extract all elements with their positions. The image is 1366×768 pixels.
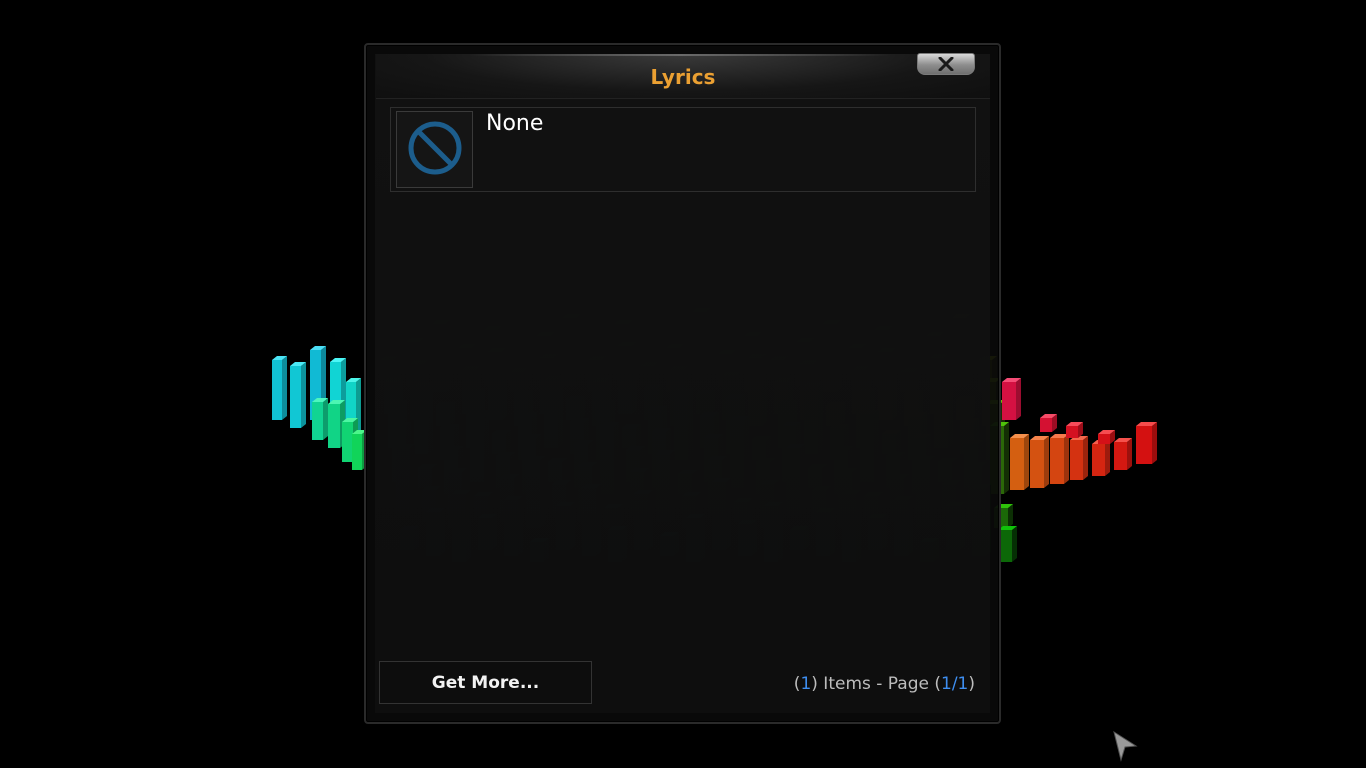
mouse-cursor-icon [1112,730,1138,766]
spectrum-bar [1010,434,1029,490]
header-highlight [470,54,890,56]
list-item-label: None [486,111,544,136]
spectrum-bar [1070,436,1088,480]
spectrum-bar [1114,438,1132,470]
spectrum-bar [312,398,328,440]
get-more-button[interactable]: Get More... [379,661,592,704]
none-icon [406,119,464,181]
spectrum-bar [1066,422,1083,438]
spectrum-bar [1002,378,1021,420]
page-info: (1) Items - Page (1/1) [794,673,975,695]
screen: Lyrics None Get More... (1) Items - Page… [0,0,1366,768]
paren-close: ) [968,674,975,694]
spectrum-bar [1092,440,1110,476]
spectrum-bar [1098,430,1115,444]
dialog-title: Lyrics [650,65,716,89]
spectrum-bar [1136,422,1157,464]
spectrum-bar [1030,436,1049,488]
spectrum-bar [272,356,287,420]
spectrum-bar [1050,434,1069,484]
spectrum-bar [1040,414,1057,432]
list-item-none[interactable] [390,107,976,192]
page-number: 1/1 [941,674,969,694]
spectrum-bar [290,362,306,428]
items-text: ) Items - Page ( [811,674,941,694]
close-icon [938,57,954,71]
items-count: 1 [800,674,812,694]
close-button[interactable] [917,53,975,75]
item-thumbnail [396,111,473,188]
